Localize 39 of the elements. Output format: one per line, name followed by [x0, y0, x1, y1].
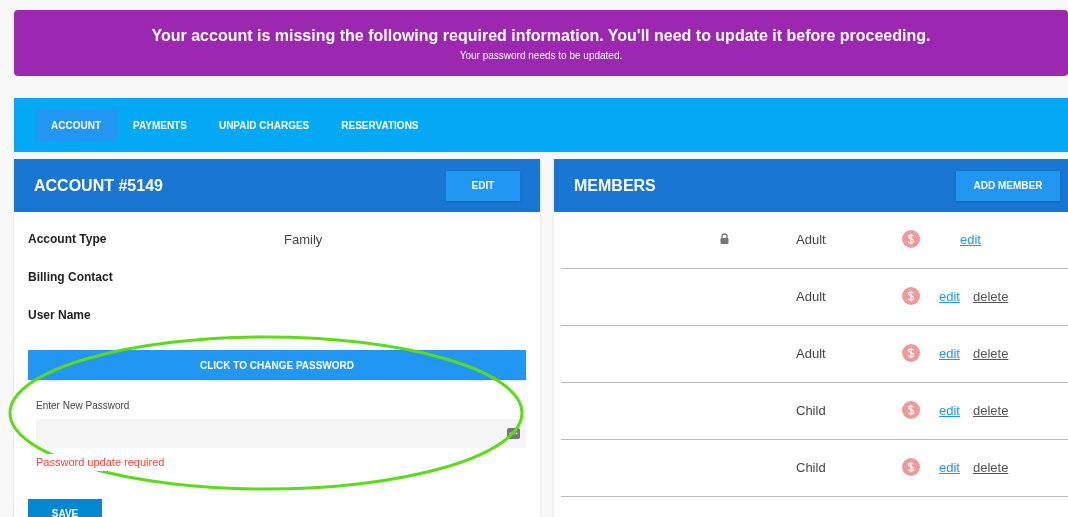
password-dots-icon[interactable]: [507, 428, 520, 439]
field-label: Account Type: [28, 231, 108, 248]
field-label: User Name: [28, 307, 92, 324]
dollar-icon: [902, 287, 920, 305]
error-message: Password update required: [36, 454, 165, 471]
member-type: Child: [796, 459, 827, 477]
dollar-icon: [902, 230, 920, 248]
edit-link[interactable]: edit: [939, 287, 960, 307]
member-type: Child: [796, 402, 827, 420]
member-type: Adult: [796, 345, 827, 363]
dollar-icon: [902, 344, 920, 362]
alert-title: Your account is missing the following required information. You'll need to update it before proceeding.: [151, 25, 931, 46]
dollar-icon: [902, 401, 920, 419]
field-value: Family: [284, 231, 323, 249]
tab[interactable]: RESERVATIONS: [325, 109, 435, 141]
member-type: Adult: [796, 288, 827, 306]
delete-link[interactable]: delete: [972, 287, 1009, 307]
alert-message: Your password needs to be updated.: [459, 48, 623, 63]
edit-link[interactable]: edit: [960, 230, 981, 250]
delete-link[interactable]: delete: [972, 344, 1009, 364]
member-type: Adult: [796, 231, 827, 249]
dollar-icon: [902, 458, 920, 476]
save-button[interactable]: SAVE: [28, 498, 102, 517]
add-member-button[interactable]: ADD MEMBER: [956, 170, 1060, 201]
delete-link[interactable]: delete: [972, 458, 1009, 478]
tab[interactable]: ACCOUNT: [35, 109, 117, 141]
tab[interactable]: PAYMENTS: [117, 109, 203, 141]
card-title: MEMBERS: [574, 175, 656, 196]
password-field[interactable]: [36, 419, 526, 448]
field-label: Enter New Password: [36, 399, 131, 413]
tab[interactable]: UNPAID CHARGES: [202, 109, 326, 141]
edit-link[interactable]: edit: [939, 401, 960, 421]
field-label: Billing Contact: [28, 269, 114, 286]
change-password-button[interactable]: CLICK TO CHANGE PASSWORD: [28, 350, 526, 380]
edit-link[interactable]: edit: [939, 458, 960, 478]
card-title: ACCOUNT #5149: [34, 175, 163, 196]
delete-link[interactable]: delete: [972, 401, 1009, 421]
edit-link[interactable]: edit: [939, 344, 960, 364]
edit-button[interactable]: EDIT: [446, 170, 520, 201]
